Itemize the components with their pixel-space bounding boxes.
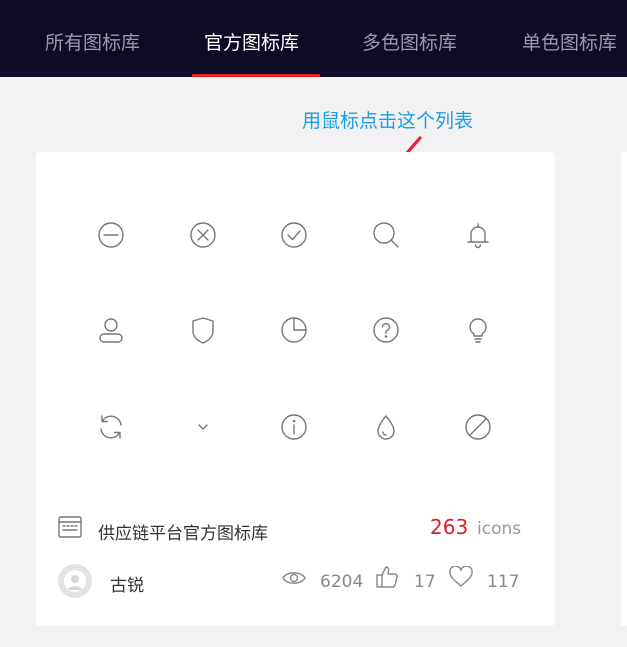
bulb-icon[interactable]	[461, 313, 495, 347]
library-icon	[58, 516, 82, 538]
tab-multicolor-libraries[interactable]: 多色图标库	[362, 28, 457, 55]
search-icon[interactable]	[369, 218, 403, 252]
user-icon[interactable]	[94, 313, 128, 347]
author-name[interactable]: 古锐	[110, 571, 144, 596]
views-count: 6204	[320, 572, 364, 592]
chevron-down-icon[interactable]	[186, 410, 220, 444]
favorites-count: 117	[487, 572, 520, 592]
icon-count-unit: icons	[477, 519, 522, 539]
eye-icon	[282, 568, 306, 592]
bell-icon[interactable]	[461, 218, 495, 252]
heart-icon[interactable]	[449, 565, 473, 592]
question-circle-icon[interactable]	[369, 313, 403, 347]
active-tab-indicator	[192, 74, 320, 77]
thumbs-up-icon[interactable]	[376, 565, 398, 593]
tab-official-libraries[interactable]: 官方图标库	[204, 28, 299, 55]
library-name[interactable]: 供应链平台官方图标库	[98, 519, 268, 544]
next-card-edge	[621, 152, 627, 626]
top-nav: 所有图标库 官方图标库 多色图标库 单色图标库	[0, 0, 627, 77]
default-avatar-icon	[58, 564, 92, 598]
avatar[interactable]	[58, 564, 92, 598]
close-circle-icon[interactable]	[186, 218, 220, 252]
info-circle-icon[interactable]	[277, 410, 311, 444]
tab-monochrome-libraries[interactable]: 单色图标库	[522, 28, 617, 55]
stop-icon[interactable]	[461, 410, 495, 444]
library-info-row: 供应链平台官方图标库 263 icons	[58, 514, 522, 544]
minus-circle-icon[interactable]	[94, 218, 128, 252]
sync-icon[interactable]	[94, 410, 128, 444]
check-circle-icon[interactable]	[277, 218, 311, 252]
author-stats-row: 古锐 6204 17 117	[58, 562, 520, 600]
drop-icon[interactable]	[369, 410, 403, 444]
pie-chart-icon[interactable]	[277, 313, 311, 347]
likes-count: 17	[414, 572, 436, 592]
icon-count: 263	[430, 515, 469, 539]
tab-all-libraries[interactable]: 所有图标库	[45, 28, 140, 55]
shield-icon[interactable]	[186, 313, 220, 347]
